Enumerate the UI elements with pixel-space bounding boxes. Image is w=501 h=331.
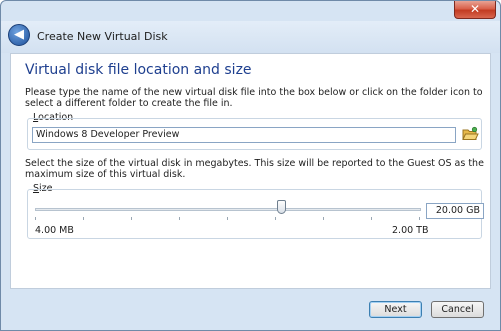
location-instructions: Please type the name of the new virtual … (25, 87, 483, 109)
size-instructions: Select the size of the virtual disk in m… (25, 158, 484, 180)
close-button[interactable]: ✕ (454, 1, 496, 19)
wizard-header: ◀ Create New Virtual Disk (1, 21, 500, 53)
dialog-window: ✕ ◀ Create New Virtual Disk Virtual disk… (0, 0, 501, 331)
slider-tick (179, 217, 180, 220)
cancel-button[interactable]: Cancel (431, 301, 484, 318)
content-panel: Virtual disk file location and size Plea… (10, 53, 491, 289)
back-arrow-icon: ◀ (14, 27, 24, 42)
size-slider-track[interactable] (35, 208, 421, 211)
size-slider-thumb[interactable] (277, 200, 286, 214)
size-min-label: 4.00 MB (35, 225, 74, 236)
slider-tick (83, 217, 84, 220)
wizard-title: Create New Virtual Disk (37, 30, 168, 43)
size-max-label: 2.00 TB (392, 225, 429, 236)
back-button[interactable]: ◀ (8, 24, 30, 46)
next-button[interactable]: Next (369, 301, 422, 318)
slider-tick (131, 217, 132, 220)
title-bar: ✕ (1, 1, 500, 21)
slider-tick (35, 217, 36, 220)
slider-tick (371, 217, 372, 220)
location-input[interactable]: Windows 8 Developer Preview (32, 127, 456, 143)
slider-tick (227, 217, 228, 220)
folder-button[interactable] (461, 125, 479, 143)
close-icon: ✕ (469, 2, 481, 16)
folder-open-icon (462, 126, 479, 140)
slider-tick (275, 217, 276, 220)
slider-tick (419, 217, 420, 220)
slider-tick (323, 217, 324, 220)
page-title: Virtual disk file location and size (25, 62, 252, 78)
size-input[interactable]: 20.00 GB (426, 203, 484, 219)
